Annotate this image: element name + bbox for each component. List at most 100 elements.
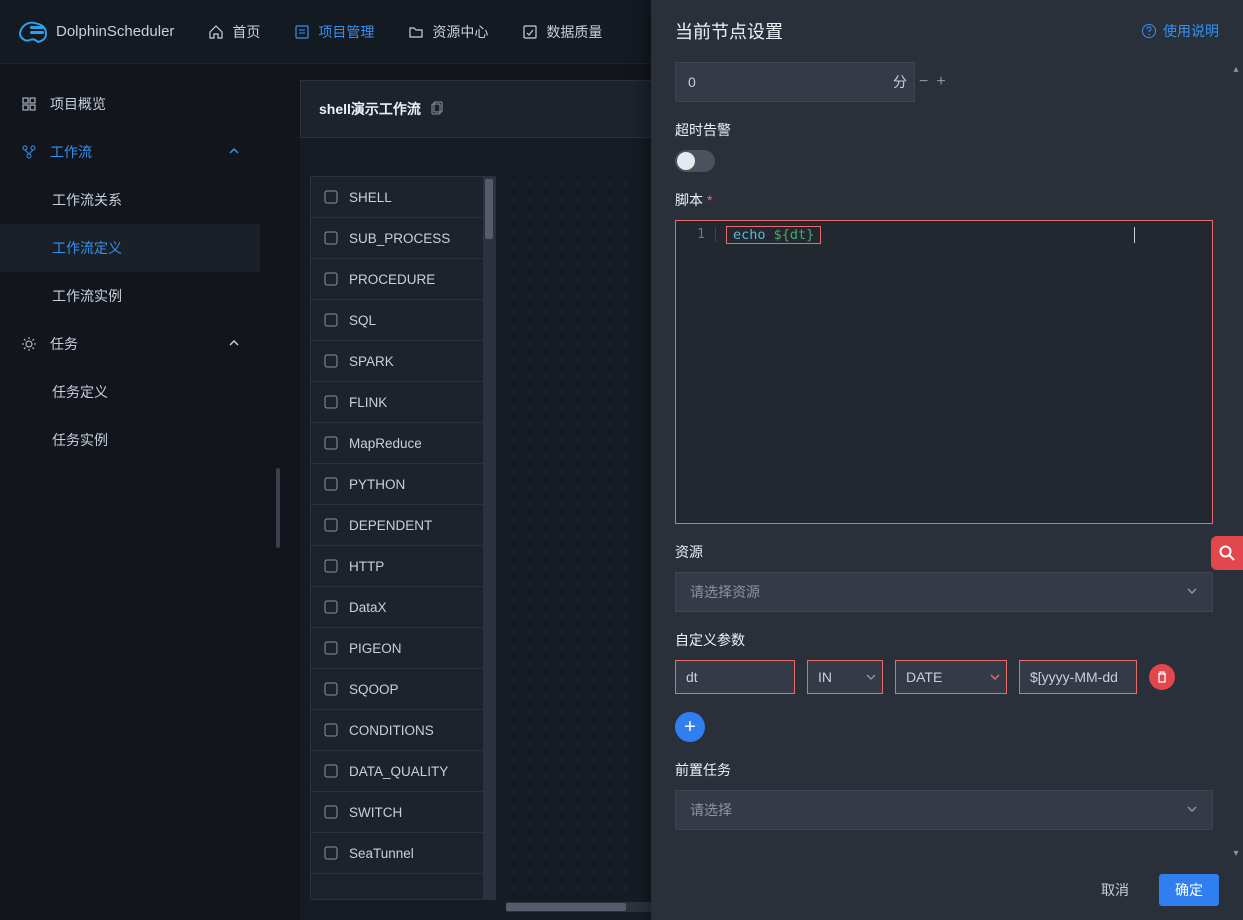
sidebar-workflow[interactable]: 工作流	[0, 128, 260, 176]
param-value-input[interactable]	[1019, 660, 1137, 694]
pre-task-select[interactable]: 请选择	[675, 790, 1213, 830]
code-text[interactable]: echo ${dt}	[716, 227, 821, 243]
task-type-icon	[323, 845, 339, 861]
sidebar-task-definition-label: 任务定义	[52, 382, 108, 402]
task-type-icon	[323, 599, 339, 615]
nav-home[interactable]: 首页	[208, 22, 260, 42]
help-link-label: 使用说明	[1163, 21, 1219, 41]
dolphin-icon	[16, 18, 50, 46]
task-type-label: SUB_PROCESS	[349, 231, 450, 246]
task-type-item[interactable]: DataX	[311, 587, 495, 628]
sidebar-task-instance[interactable]: 任务实例	[0, 416, 260, 464]
delay-input[interactable]: 分 − +	[675, 62, 915, 102]
task-type-item[interactable]: DATA_QUALITY	[311, 751, 495, 792]
task-type-icon	[323, 230, 339, 246]
task-type-label: SPARK	[349, 354, 394, 369]
drawer-scrollbar[interactable]: ▴ ▾	[1231, 64, 1241, 858]
chevron-down-icon	[990, 669, 1000, 685]
delay-unit: 分	[881, 72, 919, 92]
task-type-label: PROCEDURE	[349, 272, 435, 287]
task-type-item[interactable]: SQOOP	[311, 669, 495, 710]
sidebar-wf-definition[interactable]: 工作流定义	[0, 224, 260, 272]
sidebar-task[interactable]: 任务	[0, 320, 260, 368]
scroll-down-icon[interactable]: ▾	[1231, 848, 1241, 858]
canvas-hscroll-thumb[interactable]	[506, 903, 626, 911]
resource-label: 资源	[675, 542, 1213, 562]
cancel-button[interactable]: 取消	[1085, 874, 1145, 906]
help-icon	[1141, 23, 1157, 39]
chevron-up-icon	[228, 144, 240, 160]
param-name-input[interactable]	[675, 660, 795, 694]
task-type-item[interactable]: PIGEON	[311, 628, 495, 669]
task-type-item[interactable]: SHELL	[311, 177, 495, 218]
task-type-item[interactable]: MapReduce	[311, 423, 495, 464]
delay-value-field[interactable]	[676, 74, 881, 90]
param-type-select[interactable]: DATE	[895, 660, 1007, 694]
task-type-icon	[323, 640, 339, 656]
help-link[interactable]: 使用说明	[1141, 21, 1219, 41]
pre-task-placeholder: 请选择	[690, 800, 732, 820]
drawer-title: 当前节点设置	[675, 18, 783, 44]
palette-scrollbar-track[interactable]	[483, 177, 495, 899]
pre-task-label: 前置任务	[675, 760, 1213, 780]
task-type-item[interactable]: PROCEDURE	[311, 259, 495, 300]
sidebar-workflow-label: 工作流	[50, 142, 92, 162]
drawer-body: ▴ ▾ 分 − + 超时告警 脚本* 1	[651, 62, 1243, 860]
script-label: 脚本*	[675, 190, 1213, 210]
sidebar-wf-instance[interactable]: 工作流实例	[0, 272, 260, 320]
brand-logo[interactable]: DolphinScheduler	[16, 18, 174, 46]
param-add-button[interactable]: +	[675, 712, 705, 742]
task-type-label: PIGEON	[349, 641, 402, 656]
sidebar-wf-relation[interactable]: 工作流关系	[0, 176, 260, 224]
task-type-item[interactable]: HTTP	[311, 546, 495, 587]
code-cursor	[1134, 227, 1135, 243]
task-type-icon	[323, 394, 339, 410]
delay-decrement[interactable]: −	[919, 73, 928, 91]
nav-project[interactable]: 项目管理	[294, 22, 374, 42]
task-type-label: DEPENDENT	[349, 518, 432, 533]
task-type-icon	[323, 722, 339, 738]
params-label: 自定义参数	[675, 630, 1213, 650]
task-type-item[interactable]: CONDITIONS	[311, 710, 495, 751]
nav-resource[interactable]: 资源中心	[408, 22, 488, 42]
sidebar-task-definition[interactable]: 任务定义	[0, 368, 260, 416]
delay-increment[interactable]: +	[936, 73, 945, 91]
confirm-button[interactable]: 确定	[1159, 874, 1219, 906]
param-delete-button[interactable]	[1149, 664, 1175, 690]
palette-scrollbar-thumb[interactable]	[485, 179, 493, 239]
chevron-down-icon	[1186, 584, 1198, 600]
task-type-item[interactable]: SeaTunnel	[311, 833, 495, 874]
gear-icon	[20, 335, 38, 353]
task-type-item[interactable]: SPARK	[311, 341, 495, 382]
timeout-switch[interactable]	[675, 150, 715, 172]
chevron-down-icon	[1186, 802, 1198, 818]
scroll-up-icon[interactable]: ▴	[1231, 64, 1241, 74]
sidebar-scrollbar[interactable]	[276, 468, 280, 548]
task-type-icon	[323, 763, 339, 779]
task-type-item[interactable]: FLINK	[311, 382, 495, 423]
task-type-label: SQL	[349, 313, 376, 328]
task-type-item[interactable]: SUB_PROCESS	[311, 218, 495, 259]
script-editor[interactable]: 1 echo ${dt}	[675, 220, 1213, 524]
sidebar-wf-relation-label: 工作流关系	[52, 190, 122, 210]
task-type-item[interactable]: PYTHON	[311, 464, 495, 505]
param-direction-select[interactable]: IN	[807, 660, 883, 694]
trash-icon	[1155, 670, 1169, 684]
task-type-item[interactable]: DEPENDENT	[311, 505, 495, 546]
task-type-item[interactable]: SQL	[311, 300, 495, 341]
resource-select[interactable]: 请选择资源	[675, 572, 1213, 612]
param-row: IN DATE	[675, 660, 1213, 694]
task-type-icon	[323, 353, 339, 369]
nav-dataquality[interactable]: 数据质量	[522, 22, 602, 42]
sidebar-overview[interactable]: 项目概览	[0, 80, 260, 128]
plus-icon: +	[684, 717, 696, 737]
search-fab[interactable]	[1211, 536, 1243, 570]
task-type-item[interactable]: SWITCH	[311, 792, 495, 833]
nav-home-label: 首页	[232, 22, 260, 42]
code-token-var: ${dt}	[774, 227, 815, 243]
nav-dataquality-label: 数据质量	[546, 22, 602, 42]
nav-project-label: 项目管理	[318, 22, 374, 42]
copy-icon[interactable]	[431, 101, 445, 118]
resource-placeholder: 请选择资源	[690, 582, 760, 602]
sidebar-task-label: 任务	[50, 334, 78, 354]
